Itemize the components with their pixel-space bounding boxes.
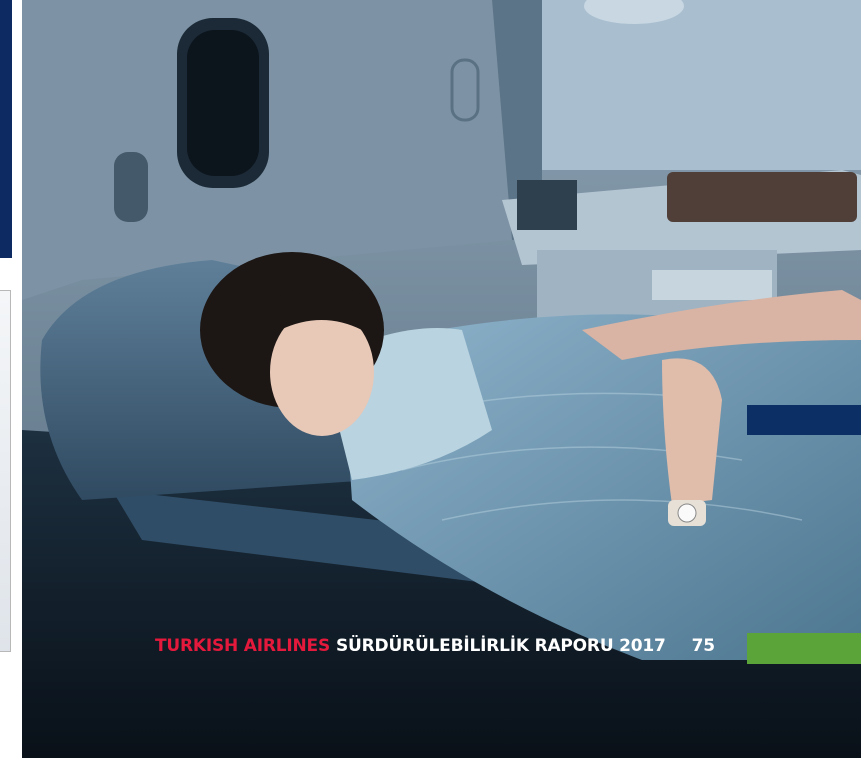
- previous-page-image-frame: [0, 290, 11, 652]
- report-title: SÜRDÜRÜLEBİLİRLİK RAPORU 2017: [336, 636, 666, 656]
- green-accent-bar: [747, 633, 861, 664]
- cabin-photo: TURKISH AIRLINES SÜRDÜRÜLEBİLİRLİK RAPOR…: [22, 0, 861, 758]
- previous-page-blue-strip: [0, 0, 12, 258]
- brand-name: TURKISH AIRLINES: [155, 636, 330, 656]
- navy-accent-bar: [747, 405, 861, 435]
- page-number: 75: [691, 636, 715, 656]
- report-footer: TURKISH AIRLINES SÜRDÜRÜLEBİLİRLİK RAPOR…: [155, 636, 715, 656]
